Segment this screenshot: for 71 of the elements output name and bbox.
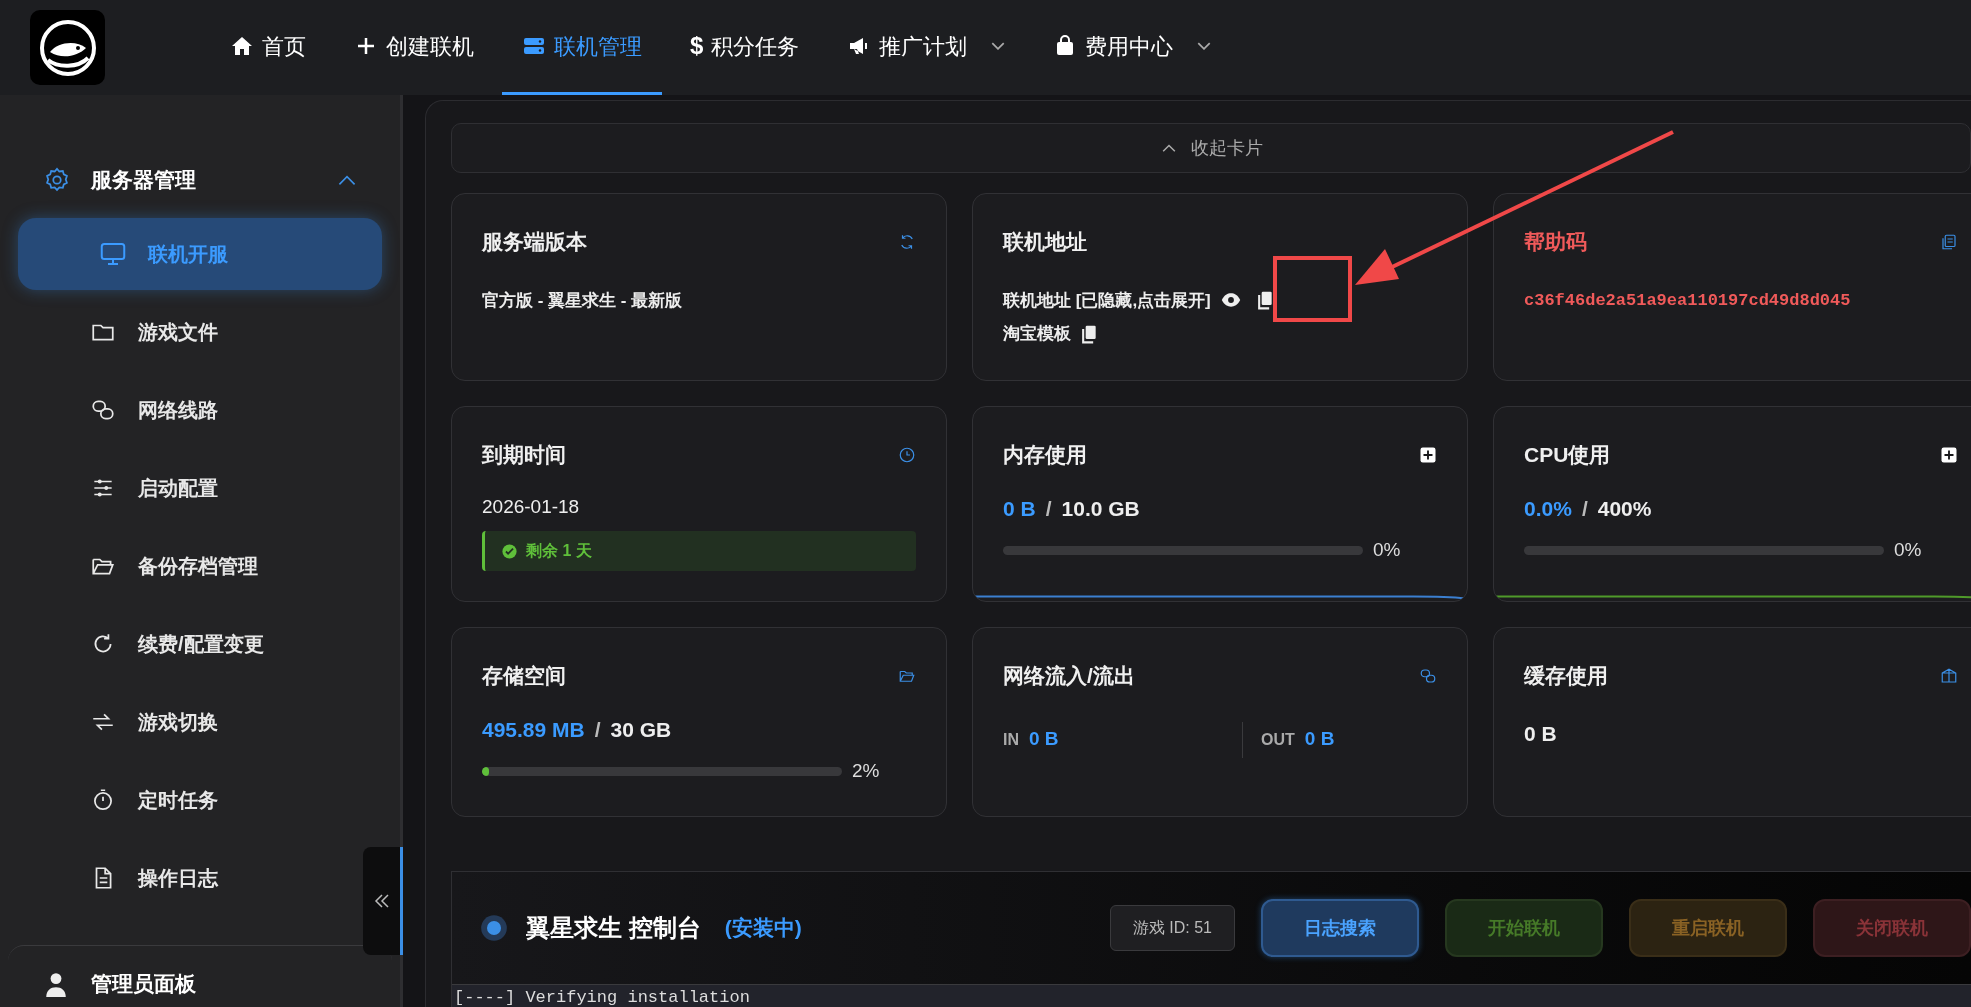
link-icon [1419,666,1437,685]
card-title: 联机地址 [1003,229,1087,255]
direction-label: IN [1003,729,1019,750]
help-code: c36f46de2a51a9ea110197cd49d8d045 [1524,289,1852,312]
box-icon [1940,666,1958,685]
direction-label: OUT [1261,729,1295,750]
version-text: 官方版 - 翼星求生 - 最新版 [482,289,684,312]
nav-tab[interactable]: 创建联机 [334,0,494,95]
card-title: 存储空间 [482,663,566,689]
expiry-date: 2026-01-18 [482,494,581,519]
nav-tab[interactable]: 联机管理 [502,0,662,95]
sidebar-item[interactable]: 操作日志 [18,842,234,914]
clipboard-icon [1079,323,1099,344]
copy-template-button[interactable] [1079,323,1099,344]
traffic-value: 0 B [1029,727,1059,752]
address-text: 联机地址 [已隐藏,点击展开] [1003,289,1211,312]
copy-icon [1940,232,1958,251]
fish-logo[interactable] [30,10,105,85]
collapse-sidebar-handle[interactable] [363,847,403,955]
game-id-chip: 游戏 ID: 51 [1109,905,1235,951]
nav-tab[interactable]: $ 积分任务 [670,0,820,95]
total-value: 10.0 GB [1061,495,1140,522]
console-action-button[interactable]: 日志搜索 [1261,899,1419,957]
used-value: 495.89 MB [482,716,585,743]
total-value: 400% [1597,495,1652,522]
template-label: 淘宝模板 [1003,323,1071,345]
refresh-icon [898,232,916,251]
card-title: 网络流入/流出 [1003,663,1135,689]
check-circle-icon [501,542,518,560]
plus-square-icon [1940,445,1958,464]
console-title: 翼星求生 控制台 [526,913,701,943]
sidebar-item[interactable]: 启动配置 [18,452,234,524]
separator: / [1581,495,1588,522]
settings-icon [43,166,71,194]
card-title: 内存使用 [1003,442,1087,468]
collapse-cards-button[interactable]: 收起卡片 [451,123,1971,173]
percent-text: 0% [1894,538,1922,562]
radio-dot-icon [480,914,508,942]
link-icon [90,397,116,423]
total-value: 30 GB [610,716,672,743]
traffic-value: 0 B [1304,727,1335,752]
clock-icon [898,445,916,464]
sidebar-item[interactable]: 游戏切换 [18,686,234,758]
person-icon [43,970,69,997]
card-title: CPU使用 [1524,442,1611,468]
card-title: 帮助码 [1524,229,1587,255]
card-title: 服务端版本 [482,229,587,255]
sidebar-item[interactable]: 游戏文件 [18,296,234,368]
sidebar-group-header[interactable]: 服务器管理 [0,145,400,215]
sidebar-item[interactable]: 续费/配置变更 [18,608,280,680]
nav-tab[interactable]: 首页 [210,0,326,95]
used-value: 0 B [1003,495,1036,522]
sidebar-item[interactable]: 网络线路 [18,374,234,446]
sidebar-group-header[interactable]: 管理员面板 [91,968,196,1000]
nav-tab[interactable]: 推广计划 [827,0,1026,95]
home-icon [230,34,254,58]
separator: / [594,716,601,743]
separator: / [1045,495,1052,522]
used-value: 0.0% [1524,495,1572,522]
percent-text: 0% [1373,538,1401,562]
remaining-days-badge: 剩余 1 天 [482,531,916,571]
plus-square-icon [1419,445,1437,464]
cache-value: 0 B [1524,720,1558,747]
console-status: (安装中) [724,915,802,942]
card-title: 缓存使用 [1524,663,1608,689]
card-title: 到期时间 [482,442,566,468]
sidebar-item[interactable]: 定时任务 [18,764,234,836]
nav-tab[interactable]: 费用中心 [1033,0,1232,95]
percent-text: 2% [852,759,880,783]
double-chevron-icon [372,892,391,910]
sidebar-item[interactable]: 备份存档管理 [18,530,274,602]
